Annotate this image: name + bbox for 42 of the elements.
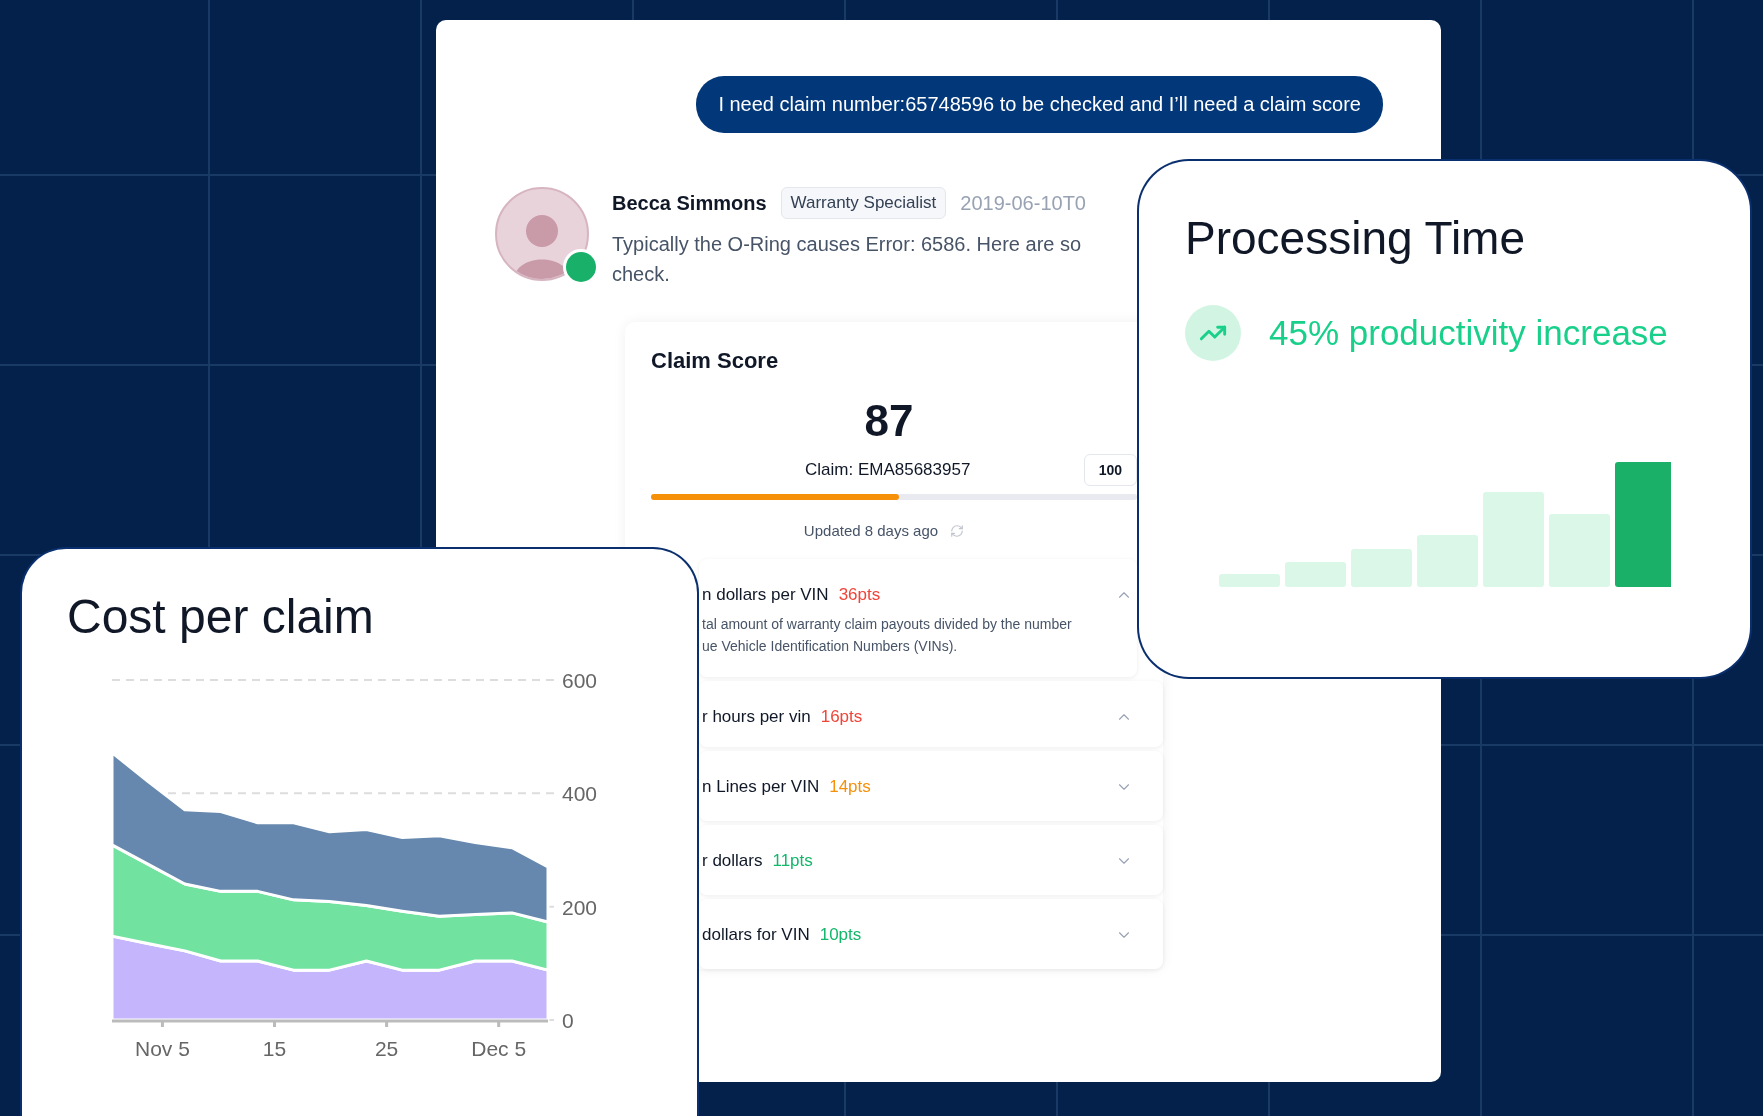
accordion-item[interactable]: n Lines per VIN 14pts [699, 751, 1163, 821]
factor-title: n dollars per VIN [702, 585, 829, 604]
bar [1351, 549, 1412, 587]
card-title: Cost per claim [67, 589, 375, 644]
accordion-item[interactable]: r hours per vin 16pts [699, 681, 1163, 747]
factor-title: dollars for VIN [702, 925, 810, 944]
axis-label: 15 [262, 1037, 287, 1060]
updated-text: Updated 8 days ago [803, 522, 939, 539]
factor-points: 14pts [829, 777, 871, 796]
factor-points: 36pts [838, 585, 881, 604]
factor-points: 11pts [772, 851, 813, 870]
factor-description: tal amount of warranty claim payouts divided by the number ue Vehicle Identification Numbers (VINs). [702, 615, 1073, 656]
reply-message: Typically the O-Ring causes Error: 6586. Here are so check. [612, 232, 1083, 287]
refresh-icon[interactable] [950, 523, 965, 538]
role-tag: Warranty Specialist [780, 187, 947, 219]
factor-title: n Lines per VIN [702, 777, 820, 796]
score-value: 87 [864, 396, 914, 446]
factor-points: 16pts [820, 707, 863, 726]
accordion-item[interactable]: dollars for VIN 10pts [699, 899, 1163, 969]
chat-message: I need claim number:65748596 to be checked and I’ll need a claim score [696, 76, 1383, 133]
factor-title: r hours per vin [702, 707, 811, 726]
productivity-text: 45% productivity increase [1269, 313, 1668, 353]
card-title: Claim Score [651, 348, 780, 374]
axis-label: 0 [562, 1009, 574, 1032]
timestamp: 2019-06-10T0 [960, 191, 1086, 215]
claim-id: Claim: EMA85683957 [805, 460, 971, 480]
axis-label: Nov 5 [135, 1037, 190, 1060]
axis-label: 25 [374, 1037, 399, 1060]
axis-label: 200 [562, 895, 598, 919]
card-title: Processing Time [1185, 211, 1526, 265]
axis-label: 600 [562, 669, 598, 692]
trend-up-icon [1185, 305, 1241, 361]
axis-label: 400 [562, 782, 598, 806]
factor-points: 10pts [819, 925, 862, 944]
bar [1417, 535, 1478, 587]
bar [1219, 574, 1280, 587]
author-name: Becca Simmons [612, 191, 767, 215]
axis-label: Dec 5 [471, 1037, 527, 1060]
accordion-item[interactable]: n dollars per VIN 36pts tal amount of warranty claim payouts divided by the number ue Vehicle Identification Numbers (VINs). [699, 559, 1137, 677]
factor-title: r dollars [702, 851, 763, 870]
accordion-item[interactable]: r dollars 11pts [699, 825, 1163, 895]
bar [1285, 562, 1346, 587]
